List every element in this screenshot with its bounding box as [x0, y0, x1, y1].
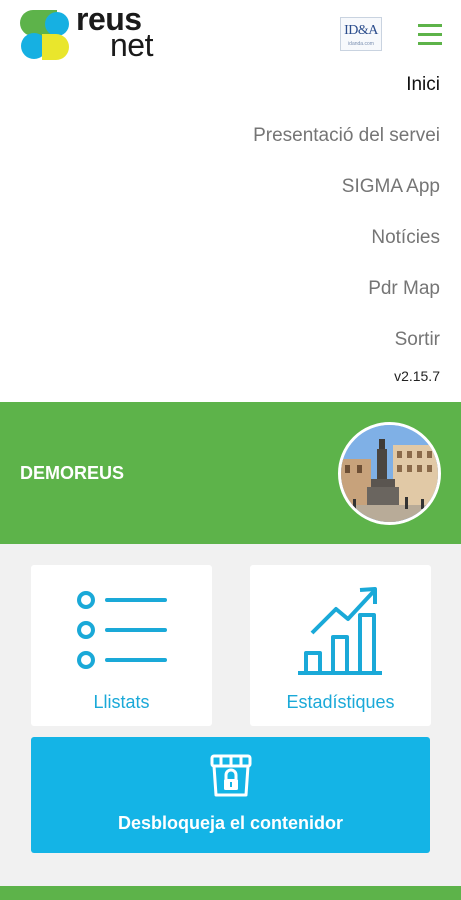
app-header: reus net ID&A idanda.com [0, 0, 461, 72]
lists-card[interactable]: Llistats [31, 565, 212, 726]
main-content: Llistats Estadístiques Desbloqueja el co… [0, 544, 461, 886]
logo-line2: net [110, 27, 153, 63]
stats-label: Estadístiques [286, 692, 395, 712]
unlock-label: Desbloqueja el contenidor [117, 813, 344, 833]
partner-logo: ID&A idanda.com [340, 17, 382, 51]
user-name: DEMOREUS [20, 463, 125, 483]
bottom-band [0, 886, 461, 900]
menu-item-pdr-map[interactable]: Pdr Map [140, 276, 440, 327]
container-lock-icon [210, 754, 252, 797]
lists-label: Llistats [93, 692, 150, 712]
app-version: v2.15.7 [394, 368, 440, 384]
menu-item-inici[interactable]: Inici [140, 72, 440, 123]
partner-logo-text: ID&A [344, 23, 378, 38]
reusnet-logo-text: reus net [76, 3, 153, 63]
avatar-photo [341, 425, 438, 522]
reusnet-logo-icon [20, 10, 69, 60]
menu-item-sigma-app[interactable]: SIGMA App [140, 174, 440, 225]
stats-card[interactable]: Estadístiques [250, 565, 431, 726]
side-menu: Inici Presentació del servei SIGMA App N… [140, 72, 440, 378]
hamburger-icon[interactable] [418, 24, 442, 46]
partner-logo-sub: idanda.com [348, 41, 374, 47]
avatar[interactable] [338, 422, 441, 525]
bar-chart-trend-icon [298, 587, 382, 675]
list-icon [77, 591, 167, 669]
user-banner: DEMOREUS [0, 402, 461, 544]
unlock-container-button[interactable]: Desbloqueja el contenidor [31, 737, 430, 853]
menu-item-presentacio[interactable]: Presentació del servei [140, 123, 440, 174]
menu-item-noticies[interactable]: Notícies [140, 225, 440, 276]
